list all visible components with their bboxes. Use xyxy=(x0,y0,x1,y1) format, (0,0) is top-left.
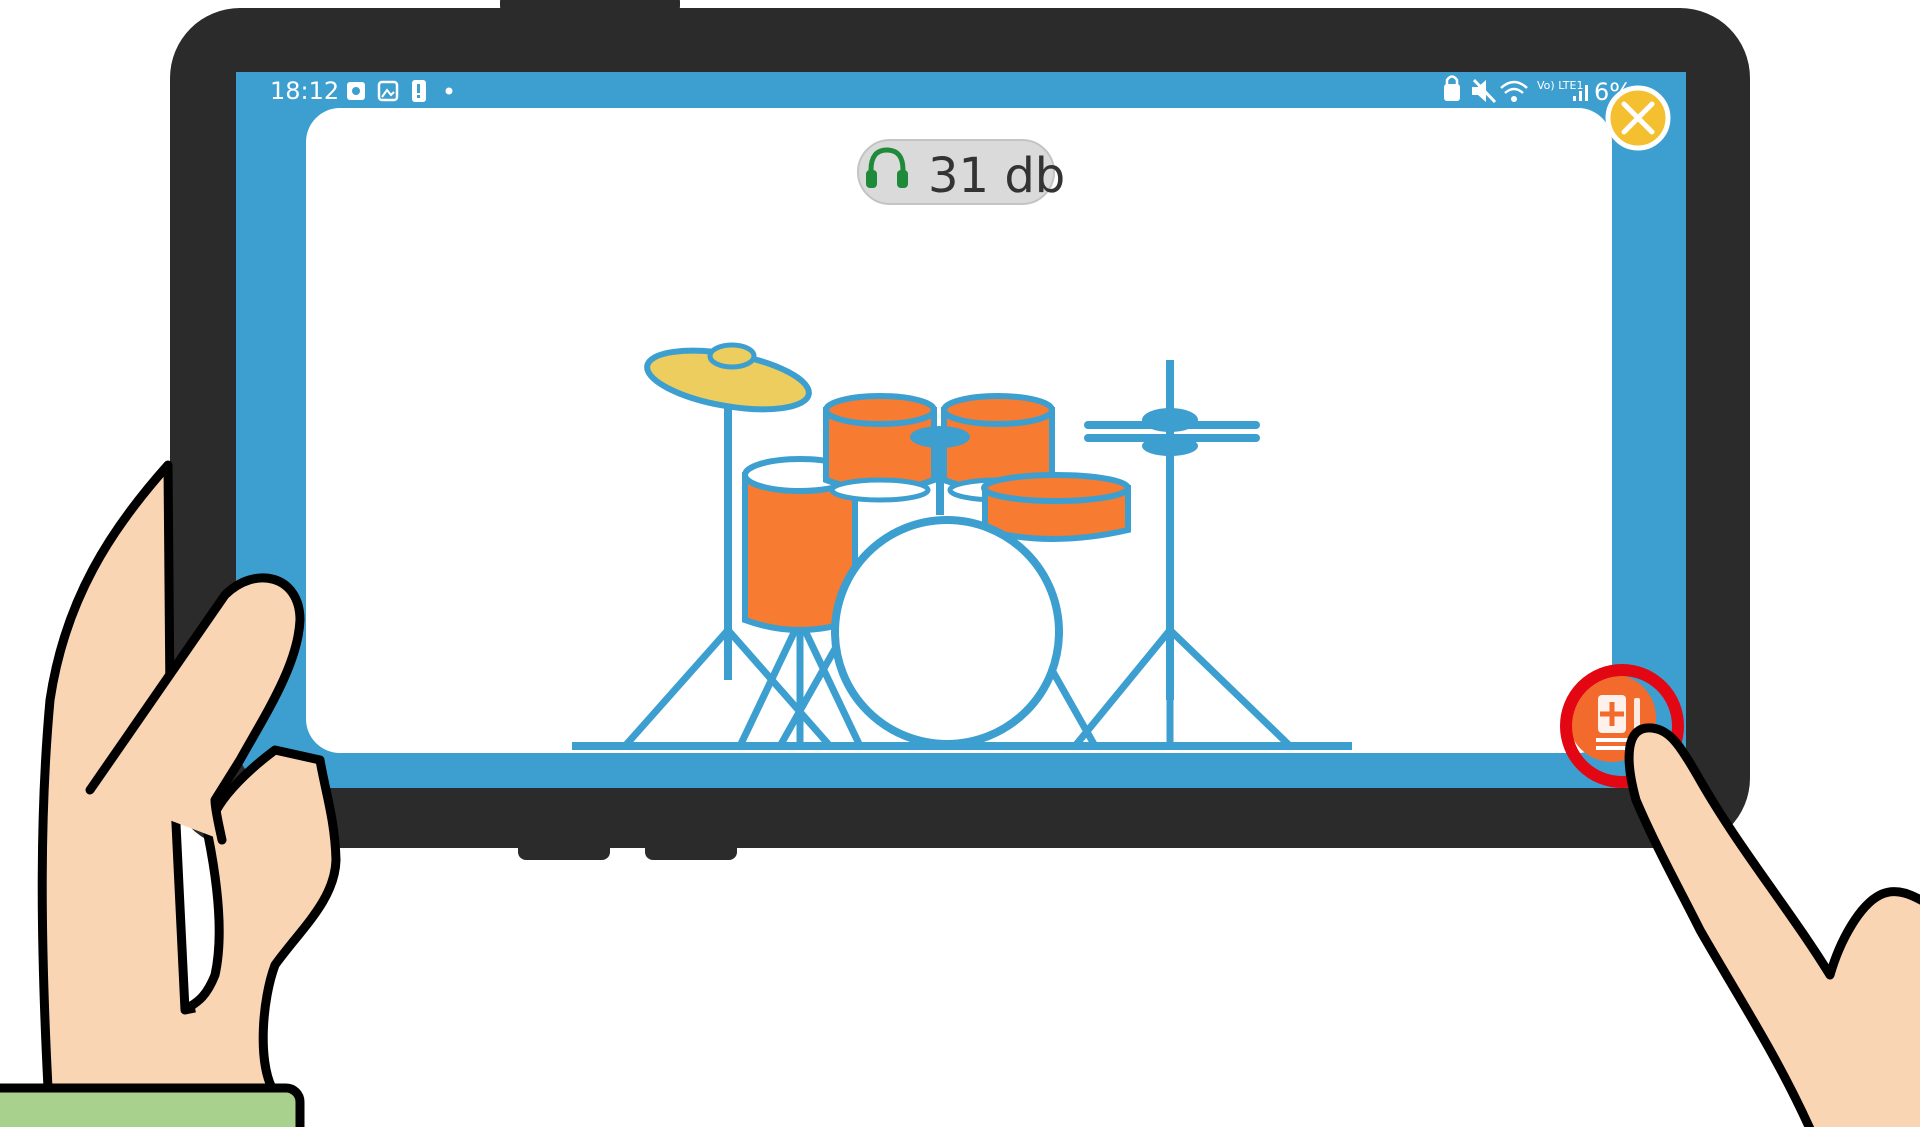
volte-icon: Vo) LTE1 xyxy=(1537,79,1583,92)
left-sleeve xyxy=(0,1083,305,1127)
sound-level-indicator: 31 db xyxy=(857,139,1065,205)
dot-icon xyxy=(445,87,453,95)
battery-alert-icon xyxy=(412,80,426,102)
rack-tom-left xyxy=(823,393,937,503)
photo-icon xyxy=(347,82,365,100)
status-time: 18:12 xyxy=(270,77,339,105)
small-tom xyxy=(981,472,1131,542)
right-pointing-hand xyxy=(1624,723,1920,1127)
sound-level-value: 31 db xyxy=(928,148,1065,204)
close-button[interactable] xyxy=(1605,85,1671,151)
tablet-scene: 18:12 Vo) LTE1 6% 31 db xyxy=(0,0,1920,1127)
